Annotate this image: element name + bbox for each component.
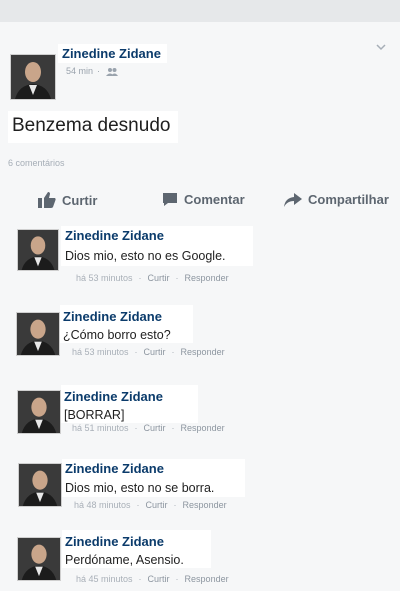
share-icon	[284, 192, 302, 207]
like-icon	[38, 192, 56, 208]
post-actions: Curtir Comentar Compartilhar	[0, 192, 400, 218]
post-status-text: Benzema desnudo	[8, 111, 179, 143]
comment-item: Zinedine Zidane ¿Cómo borro esto? há 53 …	[0, 302, 400, 364]
chevron-down-icon[interactable]	[376, 42, 386, 52]
comment-bubble: Zinedine Zidane Dios mio, esto no se bor…	[62, 459, 245, 497]
comment-time[interactable]: há 53 minutos	[72, 347, 129, 357]
avatar[interactable]	[17, 390, 61, 434]
comment-meta: há 51 minutos · Curtir · Responder	[72, 423, 225, 433]
like-button[interactable]: Curtir	[38, 192, 97, 208]
comment-item: Zinedine Zidane Dios mio, esto no es Goo…	[0, 226, 400, 288]
comment-text: [BORRAR]	[64, 408, 125, 422]
comment-button[interactable]: Comentar	[162, 192, 245, 207]
comment-reply-link[interactable]: Responder	[183, 500, 227, 510]
comment-author[interactable]: Zinedine Zidane	[63, 305, 193, 324]
comment-author[interactable]: Zinedine Zidane	[65, 459, 245, 476]
comment-time[interactable]: há 53 minutos	[76, 273, 133, 283]
comment-meta: há 45 minutos · Curtir · Responder	[76, 574, 229, 584]
post-meta: 54 min ·	[66, 66, 119, 77]
post-time[interactable]: 54 min	[66, 66, 93, 76]
comment-like-link[interactable]: Curtir	[144, 423, 166, 433]
comment-author[interactable]: Zinedine Zidane	[64, 385, 198, 404]
post-author-name[interactable]: Zinedine Zidane	[58, 44, 167, 63]
comment-time[interactable]: há 45 minutos	[76, 574, 133, 584]
comment-reply-link[interactable]: Responder	[181, 423, 225, 433]
comment-label: Comentar	[184, 192, 245, 207]
avatar[interactable]	[17, 537, 61, 581]
comment-reply-link[interactable]: Responder	[185, 574, 229, 584]
comment-like-link[interactable]: Curtir	[148, 574, 170, 584]
comment-like-link[interactable]: Curtir	[148, 273, 170, 283]
comment-author[interactable]: Zinedine Zidane	[65, 530, 211, 549]
comment-reply-link[interactable]: Responder	[181, 347, 225, 357]
comment-item: Zinedine Zidane Dios mio, esto no se bor…	[0, 455, 400, 517]
avatar[interactable]	[18, 463, 62, 507]
comment-bubble: Zinedine Zidane Dios mio, esto no es Goo…	[61, 226, 253, 266]
avatar[interactable]	[16, 312, 60, 356]
comment-text: Dios mio, esto no es Google.	[65, 249, 226, 263]
comment-bubble: Zinedine Zidane [BORRAR]	[61, 385, 198, 423]
comment-bubble: Zinedine Zidane Perdóname, Asensio.	[62, 530, 211, 568]
comment-like-link[interactable]: Curtir	[144, 347, 166, 357]
comment-text: Dios mio, esto no se borra.	[65, 481, 215, 495]
comment-time[interactable]: há 48 minutos	[74, 500, 131, 510]
share-button[interactable]: Compartilhar	[284, 192, 389, 207]
avatar[interactable]	[17, 229, 59, 271]
comment-text: ¿Cómo borro esto?	[63, 328, 171, 342]
comment-item: Zinedine Zidane Perdóname, Asensio. há 4…	[0, 530, 400, 588]
comment-meta: há 48 minutos · Curtir · Responder	[74, 500, 227, 510]
avatar[interactable]	[10, 54, 56, 100]
top-bar	[0, 0, 400, 22]
comments-count[interactable]: 6 comentários	[8, 158, 65, 168]
comment-reply-link[interactable]: Responder	[185, 273, 229, 283]
comment-author[interactable]: Zinedine Zidane	[65, 226, 253, 243]
comment-text: Perdóname, Asensio.	[65, 553, 184, 567]
like-label: Curtir	[62, 192, 98, 208]
comment-meta: há 53 minutos · Curtir · Responder	[72, 347, 225, 357]
comment-time[interactable]: há 51 minutos	[72, 423, 129, 433]
share-label: Compartilhar	[308, 192, 389, 207]
comment-bubble: Zinedine Zidane ¿Cómo borro esto?	[60, 305, 193, 343]
comment-icon	[163, 193, 177, 206]
comment-meta: há 53 minutos · Curtir · Responder	[76, 273, 229, 283]
friends-icon	[106, 68, 119, 77]
comment-like-link[interactable]: Curtir	[146, 500, 168, 510]
comment-item: Zinedine Zidane [BORRAR] há 51 minutos · C…	[0, 382, 400, 444]
